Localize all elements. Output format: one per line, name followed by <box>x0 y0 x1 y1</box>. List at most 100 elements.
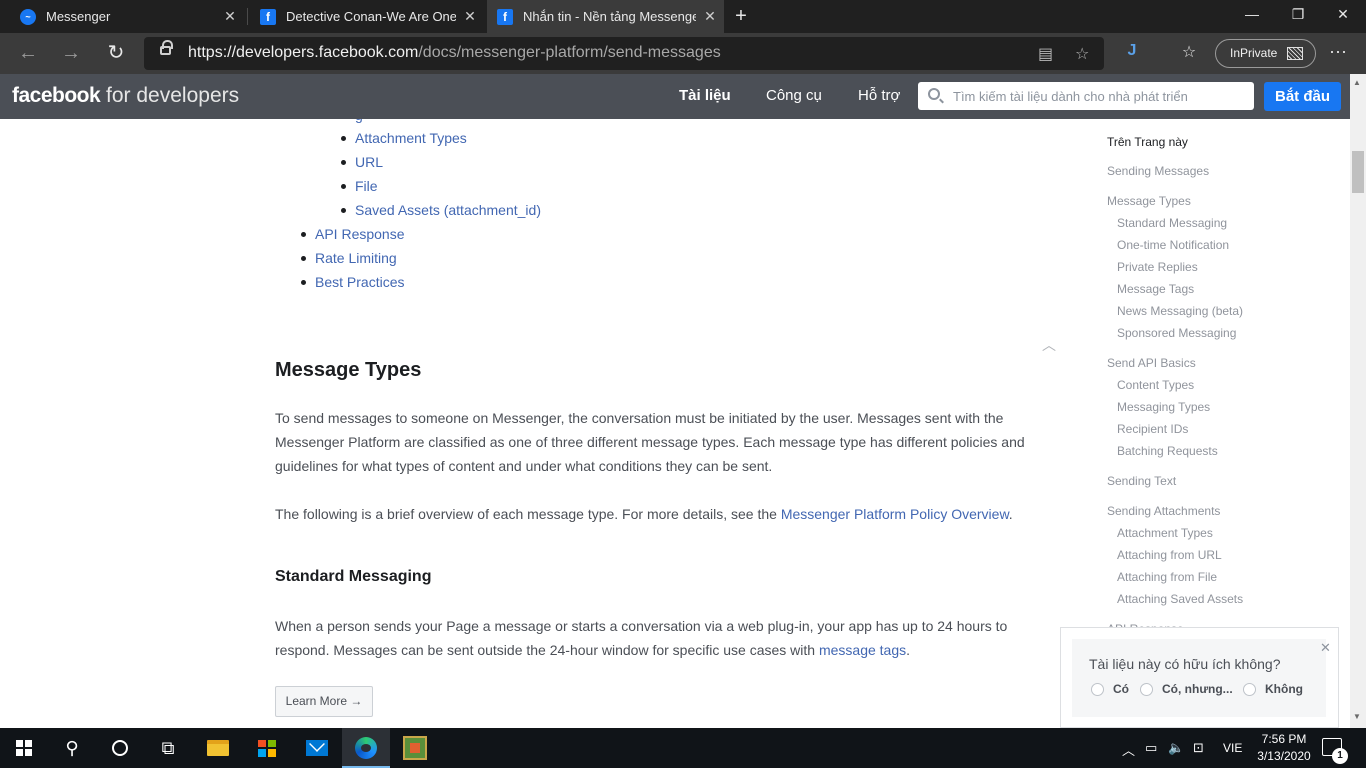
on-this-page-link[interactable]: News Messaging (beta) <box>1117 304 1243 318</box>
battery-icon[interactable]: ▭ <box>1145 740 1157 756</box>
on-this-page-link[interactable]: One-time Notification <box>1117 238 1229 252</box>
back-button[interactable]: ← <box>12 39 44 67</box>
game-app-icon[interactable] <box>391 728 439 768</box>
chevron-up-icon[interactable]: ︿ <box>1042 335 1056 355</box>
new-tab-button[interactable]: + <box>730 4 752 28</box>
close-tab-icon[interactable]: ✕ <box>216 8 244 25</box>
message-tags-link[interactable]: message tags <box>819 642 906 658</box>
toc-link-best-practices[interactable]: Best Practices <box>301 272 405 296</box>
volume-icon[interactable]: 🔈 <box>1168 740 1184 756</box>
task-view-icon[interactable]: ⧉ <box>144 728 192 768</box>
feedback-option-yes-but[interactable]: Có, nhưng... <box>1140 682 1233 696</box>
on-this-page-link[interactable]: Attaching from File <box>1117 570 1217 584</box>
tab-messenger[interactable]: ~ Messenger ✕ <box>10 0 244 33</box>
toc-link-url[interactable]: URL <box>341 152 541 176</box>
on-this-page-link[interactable]: Attaching from URL <box>1117 548 1222 562</box>
scroll-down-arrow[interactable]: ▼ <box>1353 712 1361 721</box>
start-button[interactable] <box>0 728 48 768</box>
cortana-button[interactable] <box>96 728 144 768</box>
mail-icon[interactable] <box>293 728 341 768</box>
on-this-page-link[interactable]: Sending Text <box>1107 474 1176 488</box>
toc-link-attachment-types[interactable]: Attachment Types <box>341 128 541 152</box>
section-title: Message Types <box>275 359 422 381</box>
on-this-page-link[interactable]: Message Tags <box>1117 282 1194 296</box>
messenger-icon: ~ <box>20 8 36 25</box>
network-icon[interactable]: ⊡ <box>1193 740 1204 756</box>
facebook-icon: f <box>497 8 513 25</box>
read-aloud-icon[interactable]: ▤ <box>1038 44 1053 64</box>
game-logo-icon <box>403 736 427 760</box>
close-tab-icon[interactable]: ✕ <box>696 8 724 25</box>
favorite-star-icon[interactable]: ☆ <box>1075 44 1089 64</box>
maximize-button[interactable]: ❐ <box>1275 0 1321 33</box>
nav-support[interactable]: Hỗ trợ <box>858 87 900 104</box>
minimize-button[interactable]: — <box>1229 0 1275 33</box>
radio-button[interactable] <box>1243 682 1256 696</box>
on-this-page-link[interactable]: Content Types <box>1117 378 1194 392</box>
on-this-page-link[interactable]: Recipient IDs <box>1117 422 1188 436</box>
favorites-icon[interactable]: ☆ <box>1177 42 1201 62</box>
nav-docs[interactable]: Tài liệu <box>679 87 731 104</box>
inprivate-label: InPrivate <box>1230 46 1278 60</box>
feedback-option-no[interactable]: Không <box>1243 682 1303 696</box>
close-icon[interactable]: ✕ <box>1320 640 1331 656</box>
site-logo[interactable]: facebook for developers <box>12 84 239 108</box>
radio-button[interactable] <box>1091 682 1104 696</box>
intro-paragraph: To send messages to someone on Messenger… <box>275 410 1025 474</box>
toc-partial-item[interactable]: g <box>355 119 363 123</box>
on-this-page-link[interactable]: Message Types <box>1107 194 1191 208</box>
file-explorer-icon[interactable] <box>194 728 242 768</box>
radio-button[interactable] <box>1140 682 1153 696</box>
toc-link-file[interactable]: File <box>341 176 541 200</box>
on-this-page-link[interactable]: Attachment Types <box>1117 526 1213 540</box>
tab-detective-conan[interactable]: f Detective Conan-We Are One - T ✕ <box>250 0 484 33</box>
close-tab-icon[interactable]: ✕ <box>456 8 484 25</box>
policy-overview-link[interactable]: Messenger Platform Policy Overview <box>781 506 1009 522</box>
on-this-page-link[interactable]: Standard Messaging <box>1117 216 1227 230</box>
on-this-page-title: Trên Trang này <box>1107 135 1188 149</box>
feedback-popup: ✕ Tài liệu này có hữu ích không? Có Có, … <box>1060 627 1339 728</box>
tab-divider <box>247 8 248 25</box>
toc-link-saved-assets[interactable]: Saved Assets (attachment_id) <box>341 200 541 224</box>
on-this-page-link[interactable]: Messaging Types <box>1117 400 1210 414</box>
on-this-page-link[interactable]: Batching Requests <box>1117 444 1218 458</box>
logo-for-developers: for developers <box>100 84 240 107</box>
on-this-page-link[interactable]: Sending Attachments <box>1107 504 1220 518</box>
nav-tools[interactable]: Công cụ <box>766 87 822 104</box>
scrollbar-thumb[interactable] <box>1352 151 1364 193</box>
overview-end: . <box>1008 506 1013 522</box>
on-this-page-link[interactable]: Sponsored Messaging <box>1117 326 1236 340</box>
clock-time: 7:56 PM <box>1261 732 1307 746</box>
more-menu-icon[interactable]: ··· <box>1325 41 1351 62</box>
search-icon[interactable]: ⚲ <box>48 728 96 768</box>
input-language[interactable]: VIE <box>1223 741 1242 755</box>
standard-end: . <box>906 642 911 658</box>
extension-icon[interactable]: J <box>1120 42 1144 60</box>
windows-taskbar: ⚲ ⧉ ︿ ▭ 🔈 ⊡ VIE 7:56 PM 3/13/2020 1 <box>0 728 1366 768</box>
tab-messenger-platform[interactable]: f Nhắn tin - Nền tảng Messenger ✕ <box>487 0 724 33</box>
store-icon[interactable] <box>243 728 291 768</box>
taskbar-clock[interactable]: 7:56 PM 3/13/2020 <box>1256 731 1312 765</box>
on-this-page-link[interactable]: Private Replies <box>1117 260 1198 274</box>
url-text[interactable]: https://developers.facebook.com/docs/mes… <box>188 44 721 62</box>
logo-facebook: facebook <box>12 84 101 107</box>
close-window-button[interactable]: ✕ <box>1320 0 1366 33</box>
edge-browser-icon[interactable] <box>342 728 390 768</box>
inprivate-button[interactable]: InPrivate <box>1215 39 1316 68</box>
refresh-button[interactable]: ↻ <box>100 39 132 67</box>
toc-link-rate-limiting[interactable]: Rate Limiting <box>301 248 405 272</box>
clock-date: 3/13/2020 <box>1257 749 1311 763</box>
on-this-page-link[interactable]: Attaching Saved Assets <box>1117 592 1243 606</box>
on-this-page-link[interactable]: Sending Messages <box>1107 164 1209 178</box>
windows-logo-icon <box>16 740 32 756</box>
forward-button[interactable]: → <box>55 39 87 67</box>
docs-search-input[interactable]: Tìm kiếm tài liệu dành cho nhà phát triể… <box>918 82 1254 110</box>
get-started-button[interactable]: Bắt đầu <box>1264 82 1341 111</box>
feedback-option-yes[interactable]: Có <box>1091 682 1129 696</box>
show-hidden-icons-chevron-icon[interactable]: ︿ <box>1122 740 1135 759</box>
learn-more-button[interactable]: Learn More → <box>275 686 373 717</box>
scroll-up-arrow[interactable]: ▲ <box>1353 78 1361 87</box>
address-bar[interactable]: https://developers.facebook.com/docs/mes… <box>144 37 1104 70</box>
toc-link-api-response[interactable]: API Response <box>301 224 405 248</box>
on-this-page-link[interactable]: Send API Basics <box>1107 356 1196 370</box>
